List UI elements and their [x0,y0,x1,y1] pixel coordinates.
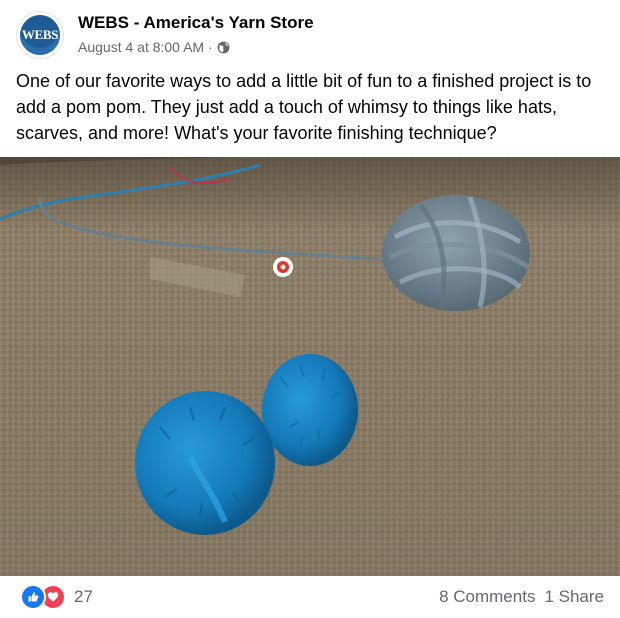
like-icon [20,584,46,610]
post-header: WEBS WEBS - America's Yarn Store August … [16,11,606,61]
reactions-summary[interactable]: 27 [20,584,93,610]
reaction-count: 27 [74,587,93,606]
page-name-link[interactable]: WEBS - America's Yarn Store [78,13,314,33]
post-footer: 27 8 Comments 1 Share [0,576,620,618]
shares-link[interactable]: 1 Share [544,587,604,607]
post-text: One of our favorite ways to add a little… [16,71,592,143]
comments-link[interactable]: 8 Comments [439,587,535,607]
reaction-icons [20,584,66,610]
post-timestamp[interactable]: August 4 at 8:00 AM [78,39,204,55]
pom-pom-photo [0,157,620,576]
webs-logo: WEBS [20,15,60,55]
post-photo[interactable] [0,157,620,576]
page-avatar[interactable]: WEBS [16,11,64,59]
post-meta: August 4 at 8:00 AM · [78,39,230,55]
engagement-stats: 8 Comments 1 Share [439,587,604,607]
globe-icon[interactable] [217,41,230,54]
meta-separator: · [208,39,213,55]
